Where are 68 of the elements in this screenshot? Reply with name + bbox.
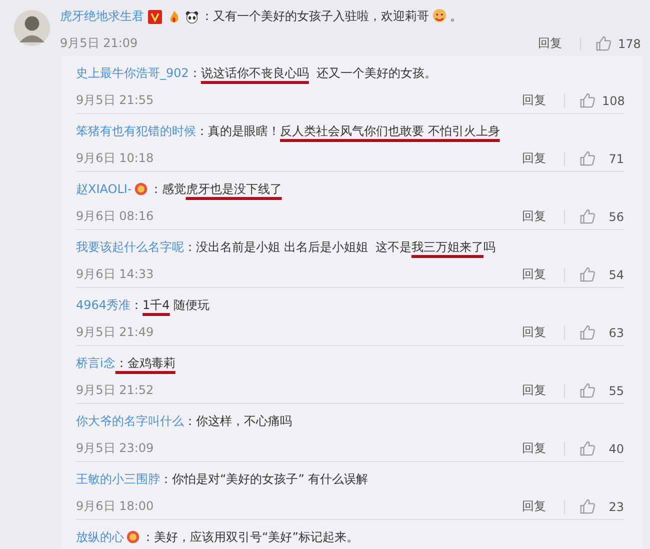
username[interactable]: 史上最牛你浩哥_902 (76, 64, 189, 82)
username[interactable]: 你大爷的名字叫什么 (76, 412, 184, 430)
reply-text: ：感觉 (150, 180, 186, 198)
reply-date: 9月5日 21:52 (76, 382, 154, 399)
reply-date: 9月5日 21:49 (76, 324, 154, 341)
reply-text: ： (130, 296, 143, 314)
reply-link[interactable]: 回复 (522, 382, 546, 399)
username[interactable]: 赵XIAOLI- (76, 180, 132, 198)
reply-date: 9月6日 08:16 (76, 208, 154, 225)
username[interactable]: 放纵的心 (76, 528, 124, 546)
reply-link[interactable]: 回复 (522, 208, 546, 225)
username[interactable]: 我要该起什么名字呢 (76, 238, 184, 256)
comment-date: 9月5日 21:09 (60, 35, 138, 52)
reply-text: 吗 (483, 238, 496, 256)
thumbs-up-icon[interactable] (579, 150, 596, 167)
like-count: 178 (618, 36, 640, 50)
reply-link[interactable]: 回复 (522, 324, 546, 341)
thumbs-up-icon[interactable] (579, 440, 596, 457)
thumbs-up-icon[interactable] (579, 498, 596, 515)
like-count: 23 (608, 500, 624, 514)
thumbs-up-icon[interactable] (579, 382, 596, 399)
like-count: 108 (602, 94, 624, 108)
comment-text: ：又有一个美好的女孩子入驻啦，欢迎莉哥 (201, 8, 429, 25)
panda-icon (185, 10, 199, 24)
reply-text: 我三万姐来了 (411, 238, 484, 256)
thumbs-up-icon[interactable] (579, 92, 596, 109)
reply-link[interactable]: 回复 (522, 498, 546, 515)
reply-text: ：你怕是对“美好的女孩子” 有什么误解 (160, 470, 368, 488)
reply-text: 虎牙也是没下线了 (186, 180, 282, 198)
username[interactable]: 4964秀准 (76, 296, 131, 314)
emoji-icon (431, 8, 448, 25)
like-count: 54 (608, 268, 624, 282)
reply-text: 说这话你不丧良心吗 (200, 64, 309, 82)
reply-text: ：金鸡毒莉 (115, 354, 176, 372)
reply-link[interactable]: 回复 (522, 92, 546, 109)
avatar[interactable] (14, 10, 50, 46)
reply-link[interactable]: 回复 (522, 266, 546, 283)
like-count: 56 (608, 210, 624, 224)
reply-link[interactable]: 回复 (522, 150, 546, 167)
username[interactable]: 王敏的小三围脖 (76, 470, 160, 488)
username[interactable]: 笨猪有也有犯错的时候 (76, 122, 196, 140)
reply-date: 9月6日 10:18 (76, 150, 154, 167)
thumbs-up-icon[interactable] (595, 35, 612, 52)
reply-text: ：美好，应该用双引号“美好”标记起来。 (142, 528, 358, 546)
reply-text: 1千4 (142, 296, 170, 314)
thumbs-up-icon[interactable] (579, 208, 596, 225)
reply-text: 还又一个美好的女孩。 (316, 64, 437, 82)
like-count: 55 (608, 384, 624, 398)
reply-date: 9月6日 18:00 (76, 498, 154, 515)
reply-link[interactable]: 回复 (538, 35, 562, 52)
like-count: 40 (608, 442, 624, 456)
username[interactable]: 虎牙绝地求生君 (60, 8, 144, 25)
reply-text: ：你这样，不心痛吗 (184, 412, 292, 430)
comment-text: 。 (450, 8, 462, 25)
reply-text: 随便玩 (172, 296, 210, 314)
reply-text: ：真的是眼瞎！ (196, 122, 280, 140)
thumbs-up-icon[interactable] (579, 266, 596, 283)
reply-link[interactable]: 回复 (522, 440, 546, 457)
like-count: 63 (608, 326, 624, 340)
username[interactable]: 桥言i念 (76, 354, 116, 372)
reply-date: 9月5日 23:09 (76, 440, 154, 457)
reply-date: 9月6日 14:33 (76, 266, 154, 283)
reply-date: 9月5日 21:55 (76, 92, 154, 109)
like-count: 71 (608, 152, 624, 166)
thumbs-up-icon[interactable] (579, 324, 596, 341)
reply-text: 反人类社会风气你们也敢要 不怕引火上身 (280, 122, 500, 140)
reply-text: ：没出名前是小姐 出名后是小姐姐 这不是 (184, 238, 412, 256)
reply-text: ： (188, 64, 201, 82)
